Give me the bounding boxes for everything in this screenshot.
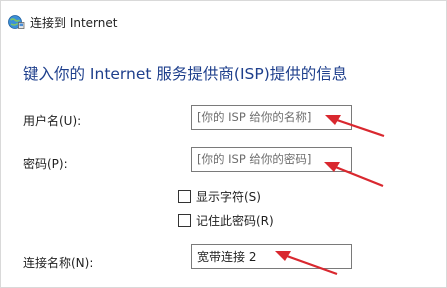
window-title: 连接到 Internet — [30, 15, 118, 30]
username-input[interactable]: [你的 ISP 给你的名称] — [191, 105, 352, 130]
title-bar: 连接到 Internet — [7, 11, 117, 33]
connection-name-label: 连接名称(N): — [23, 256, 94, 270]
password-input[interactable]: [你的 ISP 给你的密码] — [191, 147, 352, 172]
connection-name-input[interactable]: 宽带连接 2 — [191, 244, 352, 269]
show-characters-checkbox[interactable] — [178, 190, 191, 203]
remember-password-label: 记住此密码(R) — [196, 214, 274, 228]
show-characters-checkbox-row[interactable]: 显示字符(S) — [178, 188, 261, 205]
network-globe-icon — [7, 13, 25, 31]
username-label: 用户名(U): — [23, 114, 82, 128]
connect-to-internet-dialog: 连接到 Internet 键入你的 Internet 服务提供商(ISP)提供的… — [0, 0, 447, 288]
password-label: 密码(P): — [23, 157, 68, 171]
page-heading: 键入你的 Internet 服务提供商(ISP)提供的信息 — [23, 65, 348, 83]
show-characters-label: 显示字符(S) — [196, 190, 261, 204]
remember-password-checkbox-row[interactable]: 记住此密码(R) — [178, 212, 274, 229]
remember-password-checkbox[interactable] — [178, 214, 191, 227]
